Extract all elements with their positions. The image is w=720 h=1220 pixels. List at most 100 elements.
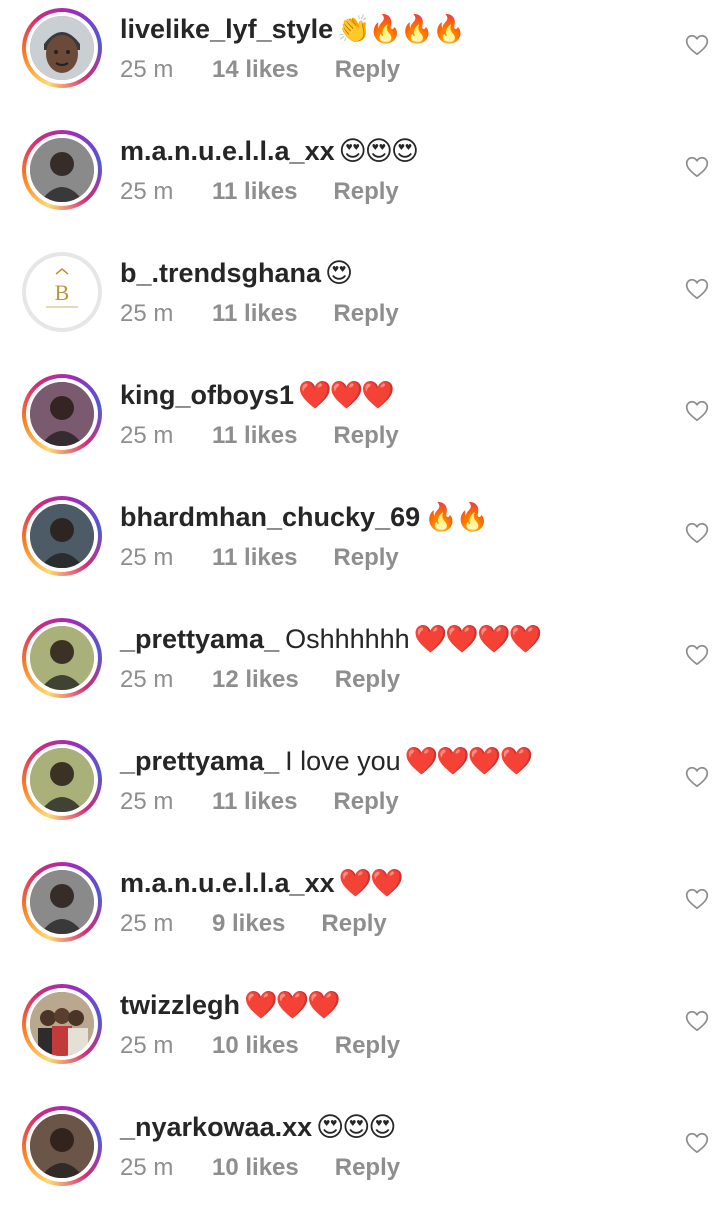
comment-timestamp: 25 m [120,910,174,937]
avatar-frame [26,500,98,572]
comment-row: m.a.n.u.e.l.l.a_xx 😍😍😍 25 m 11 likes Reply [0,122,720,244]
comment-emojis: 👏🔥🔥🔥 [337,14,465,44]
comment-row: _prettyama_ Oshhhhhh ❤️❤️❤️❤️ 25 m 12 likes R… [0,610,720,732]
comment-likes-count[interactable]: 11 likes [212,787,297,817]
avatar-ring[interactable] [22,496,102,576]
comment-username[interactable]: _prettyama_ [120,746,279,776]
comment-body: king_ofboys1 ❤️❤️❤️ [120,378,395,412]
reply-button[interactable]: Reply [333,299,398,329]
comment-list: livelike_lyf_style 👏🔥🔥🔥 25 m 14 likes Reply m… [0,0,720,1186]
man-face-avatar [30,16,94,80]
avatar-frame [26,866,98,938]
comment-username[interactable]: _prettyama_ [120,624,279,654]
comment-timestamp: 25 m [120,788,174,815]
heart-outline-icon [685,34,709,56]
heart-outline-icon [685,522,709,544]
comment-timestamp: 25 m [120,666,174,693]
heart-outline-icon [685,766,709,788]
reply-button[interactable]: Reply [335,55,400,85]
comment-meta: 25 m 10 likes Reply [120,1153,400,1183]
comment-likes-count[interactable]: 14 likes [212,55,299,85]
reply-button[interactable]: Reply [333,177,398,207]
brand-logo-avatar: B [30,260,94,324]
avatar-ring[interactable] [22,862,102,942]
comment-username[interactable]: livelike_lyf_style [120,14,333,44]
like-comment-button[interactable] [684,764,710,790]
comment-body: _prettyama_ I love you ❤️❤️❤️❤️ [120,744,533,778]
comment-text: I love you [285,746,401,776]
reply-button[interactable]: Reply [333,543,398,573]
person-avatar [30,1114,94,1178]
comment-meta: 25 m 11 likes Reply [120,543,399,573]
comment-body: m.a.n.u.e.l.l.a_xx 😍😍😍 [120,134,419,168]
like-comment-button[interactable] [684,1008,710,1034]
comment-meta: 25 m 11 likes Reply [120,787,399,817]
comment-timestamp: 25 m [120,1154,174,1181]
like-comment-button[interactable] [684,398,710,424]
comment-emojis: 😍 [325,258,353,288]
person-avatar [30,138,94,202]
comment-row: Bb_.trendsghana 😍 25 m 11 likes Reply [0,244,720,366]
comment-likes-count[interactable]: 11 likes [212,299,297,329]
comment-likes-count[interactable]: 11 likes [212,177,297,207]
reply-button[interactable]: Reply [321,909,386,939]
comment-body: m.a.n.u.e.l.l.a_xx ❤️❤️ [120,866,404,900]
comment-username[interactable]: king_ofboys1 [120,380,294,410]
comment-emojis: 🔥🔥 [424,502,489,532]
comment-row: m.a.n.u.e.l.l.a_xx ❤️❤️ 25 m 9 likes Reply [0,854,720,976]
avatar-ring[interactable] [22,374,102,454]
group-photo-avatar [30,992,94,1056]
reply-button[interactable]: Reply [335,1031,400,1061]
heart-outline-icon [685,644,709,666]
like-comment-button[interactable] [684,276,710,302]
avatar-ring[interactable] [22,740,102,820]
avatar-ring[interactable]: B [22,252,102,332]
avatar-ring[interactable] [22,130,102,210]
heart-outline-icon [685,156,709,178]
reply-button[interactable]: Reply [335,1153,400,1183]
avatar-ring[interactable] [22,618,102,698]
comment-likes-count[interactable]: 10 likes [212,1153,299,1183]
avatar-frame [26,744,98,816]
heart-outline-icon [685,400,709,422]
reply-button[interactable]: Reply [335,665,400,695]
comment-body: _nyarkowaa.xx 😍😍😍 [120,1110,397,1144]
comment-row: king_ofboys1 ❤️❤️❤️ 25 m 11 likes Reply [0,366,720,488]
comment-emojis: 😍😍😍 [316,1112,396,1142]
comment-row: livelike_lyf_style 👏🔥🔥🔥 25 m 14 likes Reply [0,0,720,122]
comment-likes-count[interactable]: 11 likes [212,543,297,573]
like-comment-button[interactable] [684,32,710,58]
comment-likes-count[interactable]: 12 likes [212,665,299,695]
comment-body: _prettyama_ Oshhhhhh ❤️❤️❤️❤️ [120,622,542,656]
like-comment-button[interactable] [684,1130,710,1156]
comment-username[interactable]: _nyarkowaa.xx [120,1112,312,1142]
comment-meta: 25 m 9 likes Reply [120,909,387,939]
comment-timestamp: 25 m [120,300,174,327]
like-comment-button[interactable] [684,154,710,180]
comment-meta: 25 m 12 likes Reply [120,665,400,695]
comment-username[interactable]: m.a.n.u.e.l.l.a_xx [120,868,335,898]
avatar-frame [26,378,98,450]
comment-likes-count[interactable]: 9 likes [212,909,285,939]
avatar-frame [26,134,98,206]
like-comment-button[interactable] [684,642,710,668]
svg-text:B: B [55,280,70,305]
comment-username[interactable]: twizzlegh [120,990,240,1020]
like-comment-button[interactable] [684,886,710,912]
avatar-ring[interactable] [22,1106,102,1186]
comment-likes-count[interactable]: 10 likes [212,1031,299,1061]
person-avatar [30,504,94,568]
comment-emojis: ❤️❤️❤️ [244,990,341,1020]
person-avatar [30,382,94,446]
reply-button[interactable]: Reply [333,787,398,817]
avatar-ring[interactable] [22,8,102,88]
comment-meta: 25 m 11 likes Reply [120,299,399,329]
reply-button[interactable]: Reply [333,421,398,451]
comment-body: bhardmhan_chucky_69 🔥🔥 [120,500,489,534]
comment-username[interactable]: b_.trendsghana [120,258,321,288]
comment-username[interactable]: bhardmhan_chucky_69 [120,502,420,532]
like-comment-button[interactable] [684,520,710,546]
comment-likes-count[interactable]: 11 likes [212,421,297,451]
avatar-ring[interactable] [22,984,102,1064]
comment-username[interactable]: m.a.n.u.e.l.l.a_xx [120,136,335,166]
